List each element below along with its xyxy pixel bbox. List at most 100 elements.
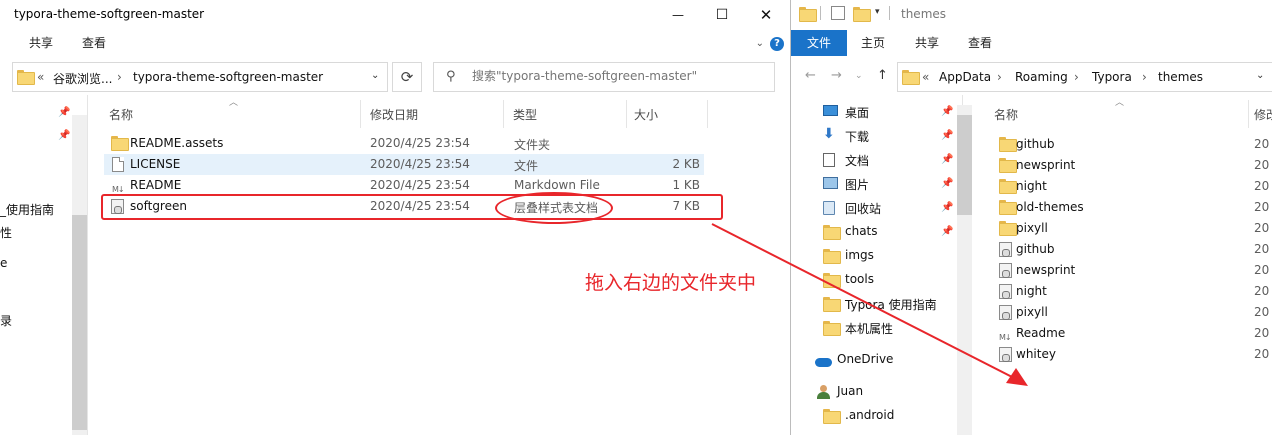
nav-scrollbar-thumb[interactable] bbox=[72, 215, 87, 430]
breadcrumb-separator[interactable]: › bbox=[997, 70, 1002, 84]
expand-ribbon-icon[interactable]: ⌄ bbox=[756, 38, 764, 49]
nav-item-fragment[interactable]: e bbox=[0, 256, 7, 270]
file-name: newsprint bbox=[1016, 263, 1076, 277]
file-name: github bbox=[1016, 242, 1055, 256]
column-divider[interactable] bbox=[360, 100, 361, 128]
address-bar[interactable]: « AppData › Roaming › Typora › themes ⌄ bbox=[897, 62, 1272, 92]
file-row-selected[interactable]: LICENSE 2020/4/25 23:54 文件 2 KB bbox=[104, 154, 704, 175]
file-date: 20 bbox=[1254, 347, 1270, 361]
nav-item-fragment[interactable]: _使用指南 bbox=[0, 201, 54, 218]
file-size: 2 KB bbox=[672, 157, 700, 171]
file-date: 20 bbox=[1254, 284, 1270, 298]
column-divider[interactable] bbox=[503, 100, 504, 128]
column-divider[interactable] bbox=[626, 100, 627, 128]
properties-icon[interactable] bbox=[831, 6, 845, 20]
tab-view[interactable]: 查看 bbox=[968, 34, 992, 51]
help-icon[interactable]: ? bbox=[770, 37, 784, 51]
refresh-button[interactable]: ⟳ bbox=[392, 62, 422, 92]
breadcrumb-item-current[interactable]: themes bbox=[1158, 70, 1203, 84]
file-date: 20 bbox=[1254, 221, 1270, 235]
file-date: 20 bbox=[1254, 242, 1270, 256]
breadcrumb-separator[interactable]: › bbox=[117, 70, 122, 84]
breadcrumb-item[interactable]: 谷歌浏览... bbox=[53, 70, 112, 87]
file-name: old-themes bbox=[1016, 200, 1084, 214]
column-divider[interactable] bbox=[707, 100, 708, 128]
tab-share[interactable]: 共享 bbox=[29, 34, 53, 51]
address-bar[interactable]: « 谷歌浏览... › typora-theme-softgreen-maste… bbox=[12, 62, 388, 92]
file-row[interactable]: night 20 bbox=[791, 176, 1269, 197]
file-row[interactable]: whitey 20 bbox=[791, 344, 1269, 365]
file-row[interactable]: night 20 bbox=[791, 281, 1269, 302]
close-button[interactable]: ✕ bbox=[744, 0, 788, 30]
nav-item-label: 桌面 bbox=[845, 106, 870, 120]
file-date: 20 bbox=[1254, 137, 1270, 151]
file-row[interactable]: old-themes 20 bbox=[791, 197, 1269, 218]
sort-ascending-icon: ︿ bbox=[229, 98, 239, 108]
address-dropdown-icon[interactable]: ⌄ bbox=[1256, 70, 1264, 81]
column-size[interactable]: 大小 bbox=[634, 106, 658, 123]
toolbar-separator bbox=[889, 6, 890, 20]
pin-icon: 📌 bbox=[58, 130, 71, 141]
tab-share[interactable]: 共享 bbox=[915, 34, 939, 51]
nav-item-desktop[interactable]: 桌面 📌 bbox=[791, 100, 963, 124]
column-name[interactable]: 名称 bbox=[994, 106, 1018, 123]
column-type[interactable]: 类型 bbox=[513, 106, 537, 123]
breadcrumb-overflow[interactable]: « bbox=[922, 70, 929, 84]
folder-icon bbox=[902, 70, 920, 86]
file-name: pixyll bbox=[1016, 305, 1048, 319]
file-row[interactable]: README.assets 2020/4/25 23:54 文件夹 bbox=[104, 133, 704, 154]
breadcrumb-item[interactable]: AppData bbox=[939, 70, 991, 84]
column-divider[interactable] bbox=[1248, 100, 1249, 128]
minimize-button[interactable]: — bbox=[656, 0, 700, 30]
nav-item-label: .android bbox=[845, 408, 895, 422]
file-row[interactable]: pixyll 20 bbox=[791, 302, 1269, 323]
recent-locations-icon[interactable]: ⌄ bbox=[855, 71, 863, 81]
file-name: whitey bbox=[1016, 347, 1056, 361]
breadcrumb-item[interactable]: Typora bbox=[1092, 70, 1132, 84]
ribbon-tabs: 共享 查看 ⌄? bbox=[0, 30, 788, 56]
breadcrumb-separator[interactable]: › bbox=[1074, 70, 1079, 84]
column-date[interactable]: 修改 bbox=[1254, 106, 1272, 123]
title-bar: typora-theme-softgreen-master — ☐ ✕ bbox=[0, 0, 788, 30]
file-row[interactable]: pixyll 20 bbox=[791, 218, 1269, 239]
breadcrumb-item-current[interactable]: typora-theme-softgreen-master bbox=[133, 70, 323, 84]
file-row[interactable]: github 20 bbox=[791, 134, 1269, 155]
file-date: 20 bbox=[1254, 179, 1270, 193]
column-name[interactable]: 名称 bbox=[109, 106, 133, 123]
title-bar: ▾ themes bbox=[791, 0, 1272, 30]
column-header: ︿ 名称 修改 bbox=[971, 98, 1272, 128]
column-date[interactable]: 修改日期 bbox=[370, 106, 418, 123]
forward-icon[interactable]: → bbox=[831, 68, 842, 83]
tab-view[interactable]: 查看 bbox=[82, 34, 106, 51]
up-icon[interactable]: ↑ bbox=[877, 68, 888, 83]
file-date: 20 bbox=[1254, 158, 1270, 172]
search-box[interactable]: ⚲ bbox=[433, 62, 775, 92]
address-dropdown-icon[interactable]: ⌄ bbox=[371, 70, 379, 81]
search-input[interactable] bbox=[472, 69, 772, 83]
breadcrumb-overflow[interactable]: « bbox=[37, 70, 44, 84]
nav-item-fragment[interactable]: 录 bbox=[0, 312, 12, 329]
file-row[interactable]: M↓ Readme 20 bbox=[791, 323, 1269, 344]
destination-explorer-window: ▾ themes 文件 主页 共享 查看 ← → ⌄ ↑ « AppData ›… bbox=[790, 0, 1272, 435]
file-name: night bbox=[1016, 179, 1047, 193]
breadcrumb-item[interactable]: Roaming bbox=[1015, 70, 1068, 84]
nav-item-android[interactable]: .android bbox=[791, 404, 963, 428]
file-row[interactable]: newsprint 20 bbox=[791, 155, 1269, 176]
folder-icon bbox=[999, 137, 1017, 153]
breadcrumb-separator[interactable]: › bbox=[1142, 70, 1147, 84]
file-date: 2020/4/25 23:54 bbox=[370, 136, 470, 150]
file-row[interactable]: github 20 bbox=[791, 239, 1269, 260]
maximize-button[interactable]: ☐ bbox=[700, 0, 744, 30]
file-row[interactable]: newsprint 20 bbox=[791, 260, 1269, 281]
folder-icon[interactable] bbox=[799, 7, 817, 23]
nav-item-user[interactable]: Juan bbox=[791, 380, 963, 404]
back-icon[interactable]: ← bbox=[805, 68, 816, 83]
tab-home[interactable]: 主页 bbox=[861, 34, 885, 51]
new-folder-icon[interactable] bbox=[853, 7, 871, 23]
file-row[interactable]: M↓ README 2020/4/25 23:54 Markdown File … bbox=[104, 175, 704, 196]
css-file-icon bbox=[999, 284, 1012, 302]
css-file-icon bbox=[999, 305, 1012, 323]
customize-toolbar-icon[interactable]: ▾ bbox=[875, 7, 880, 17]
file-name: github bbox=[1016, 137, 1055, 151]
nav-item-fragment[interactable]: 性 bbox=[0, 224, 12, 241]
